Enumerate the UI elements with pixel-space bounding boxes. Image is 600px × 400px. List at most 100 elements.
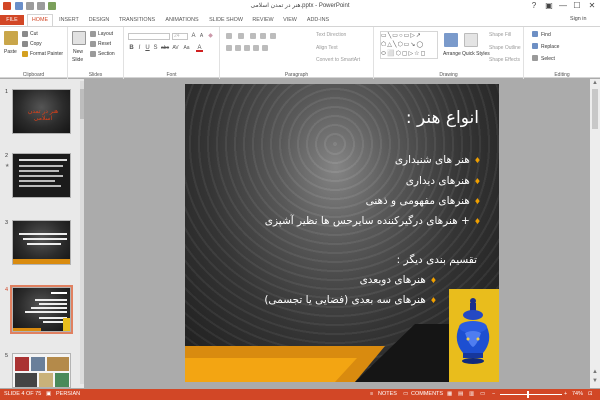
tab-insert[interactable]: INSERT (57, 15, 81, 25)
text-direction-button[interactable]: Text Direction (316, 32, 346, 38)
section-button[interactable]: Section (98, 51, 115, 57)
slide-thumbnail-4[interactable] (10, 285, 73, 334)
close-button[interactable]: ✕ (585, 1, 599, 11)
paste-icon[interactable] (4, 31, 18, 45)
select-button[interactable]: Select (541, 56, 555, 62)
vase-image[interactable] (449, 289, 499, 382)
increase-indent-icon[interactable] (260, 33, 266, 39)
comments-button[interactable]: COMMENTS (411, 391, 443, 397)
tab-animations[interactable]: ANIMATIONS (162, 15, 202, 25)
reset-icon[interactable] (90, 41, 96, 47)
shadow-button[interactable]: S (152, 45, 159, 52)
ribbon-display-button[interactable]: ▣ (542, 1, 556, 11)
tab-transitions[interactable]: TRANSITIONS (117, 15, 157, 25)
replace-icon[interactable] (532, 43, 538, 49)
bullets-icon[interactable] (226, 33, 232, 39)
find-icon[interactable] (532, 31, 538, 37)
align-right-icon[interactable] (244, 45, 250, 51)
grow-font-icon[interactable]: A (190, 33, 197, 40)
italic-button[interactable]: I (136, 45, 143, 52)
scrollbar-thumb[interactable] (80, 89, 84, 119)
reading-view-icon[interactable]: ▥ (469, 391, 474, 397)
arrange-button[interactable]: Arrange (443, 51, 461, 57)
scrollbar-thumb[interactable] (592, 89, 598, 129)
help-button[interactable]: ? (527, 1, 541, 11)
minimize-button[interactable]: — (556, 1, 570, 11)
current-slide[interactable]: انواع هنر : ♦هنر های شنیداری ♦هنرهای دید… (185, 84, 499, 382)
zoom-out-icon[interactable]: − (492, 391, 495, 397)
strikethrough-button[interactable]: abc (161, 45, 169, 52)
change-case-button[interactable]: Aa (183, 45, 190, 52)
bold-button[interactable]: B (128, 45, 135, 52)
notes-button[interactable]: NOTES (378, 391, 397, 397)
layout-button[interactable]: Layout (98, 31, 113, 37)
cut-button[interactable]: Cut (30, 31, 38, 37)
slide-thumbnail-1[interactable]: هنر در تمدن اسلامی (12, 89, 71, 134)
sign-in-link[interactable]: Sign in (570, 16, 586, 22)
arrange-icon[interactable] (444, 33, 458, 47)
tab-review[interactable]: REVIEW (250, 15, 276, 25)
previous-slide-icon[interactable]: ▲ (592, 369, 598, 375)
zoom-level[interactable]: 74% (572, 391, 583, 397)
shape-fill-button[interactable]: Shape Fill (489, 32, 511, 38)
bullet-item[interactable]: ♦+ هنرهای درگیرکننده سایرحس ها نظیر آشپز… (265, 215, 481, 227)
select-icon[interactable] (532, 55, 538, 61)
align-left-icon[interactable] (226, 45, 232, 51)
clear-formatting-icon[interactable]: ◆ (207, 33, 214, 40)
font-color-button[interactable]: A (196, 45, 203, 52)
editor-vertical-scrollbar[interactable]: ▲ ▲ ▼ (590, 79, 600, 388)
tab-home[interactable]: HOME (27, 14, 53, 26)
cut-icon[interactable] (22, 31, 28, 37)
tab-add-ins[interactable]: ADD-INS (304, 15, 332, 25)
tab-file[interactable]: FILE (0, 15, 24, 25)
spellcheck-icon[interactable]: ▣ (46, 391, 51, 397)
subheading[interactable]: تقسیم بندی دیگر : (397, 254, 477, 266)
slide-sorter-icon[interactable]: ▤ (458, 391, 463, 397)
bullet-item[interactable]: ♦هنرهای دیداری (406, 175, 481, 187)
bullet-item[interactable]: ♦هنرهای دوبعدی (360, 274, 437, 286)
replace-button[interactable]: Replace (541, 44, 559, 50)
section-icon[interactable] (90, 51, 96, 57)
language-indicator[interactable]: PERSIAN (56, 391, 80, 397)
shrink-font-icon[interactable]: A (198, 33, 205, 40)
columns-icon[interactable] (262, 45, 268, 51)
bullet-item[interactable]: ♦هنر های شنیداری (395, 154, 481, 166)
zoom-slider-thumb[interactable] (527, 391, 529, 398)
notes-icon[interactable]: ≡ (370, 391, 373, 397)
new-slide-button[interactable]: New (73, 49, 83, 55)
font-name-select[interactable] (128, 33, 170, 40)
layout-icon[interactable] (90, 31, 96, 37)
scroll-up-icon[interactable]: ▲ (592, 80, 598, 86)
format-painter-button[interactable]: Format Painter (30, 51, 63, 57)
copy-button[interactable]: Copy (30, 41, 42, 47)
align-center-icon[interactable] (235, 45, 241, 51)
character-spacing-button[interactable]: AV (172, 45, 179, 52)
copy-icon[interactable] (22, 41, 28, 47)
shape-outline-button[interactable]: Shape Outline (489, 45, 521, 51)
slides-panel-scrollbar[interactable] (80, 81, 84, 384)
next-slide-icon[interactable]: ▼ (592, 378, 598, 384)
slide-thumbnail-3[interactable] (12, 220, 71, 265)
justify-icon[interactable] (253, 45, 259, 51)
zoom-in-icon[interactable]: + (564, 391, 567, 397)
comments-icon[interactable]: ▭ (403, 391, 408, 397)
underline-button[interactable]: U (144, 45, 151, 52)
paste-button[interactable]: Paste (4, 49, 17, 55)
new-slide-button-line2[interactable]: Slide (72, 57, 83, 63)
quick-styles-button[interactable]: Quick Styles (462, 51, 490, 57)
tab-design[interactable]: DESIGN (86, 15, 112, 25)
convert-smartart-button[interactable]: Convert to SmartArt (316, 57, 360, 63)
slide-thumbnail-5[interactable] (12, 353, 71, 388)
reset-button[interactable]: Reset (98, 41, 111, 47)
shapes-gallery[interactable]: ▭╲▭○▭▷↗ ⬠△╲⬡▭↘◯ ⬭⬜⬡▢▷☆◻ (380, 31, 438, 59)
tab-slide-show[interactable]: SLIDE SHOW (207, 15, 245, 25)
slide-thumbnail-2[interactable] (12, 153, 71, 198)
decrease-indent-icon[interactable] (250, 33, 256, 39)
maximize-button[interactable]: ☐ (570, 1, 584, 11)
fit-to-window-icon[interactable]: ⊡ (588, 391, 593, 397)
format-painter-icon[interactable] (22, 51, 28, 57)
shape-effects-button[interactable]: Shape Effects (489, 57, 520, 63)
slideshow-view-icon[interactable]: ▭ (480, 391, 485, 397)
slide-title[interactable]: انواع هنر : (406, 108, 479, 128)
zoom-slider[interactable] (500, 394, 562, 395)
